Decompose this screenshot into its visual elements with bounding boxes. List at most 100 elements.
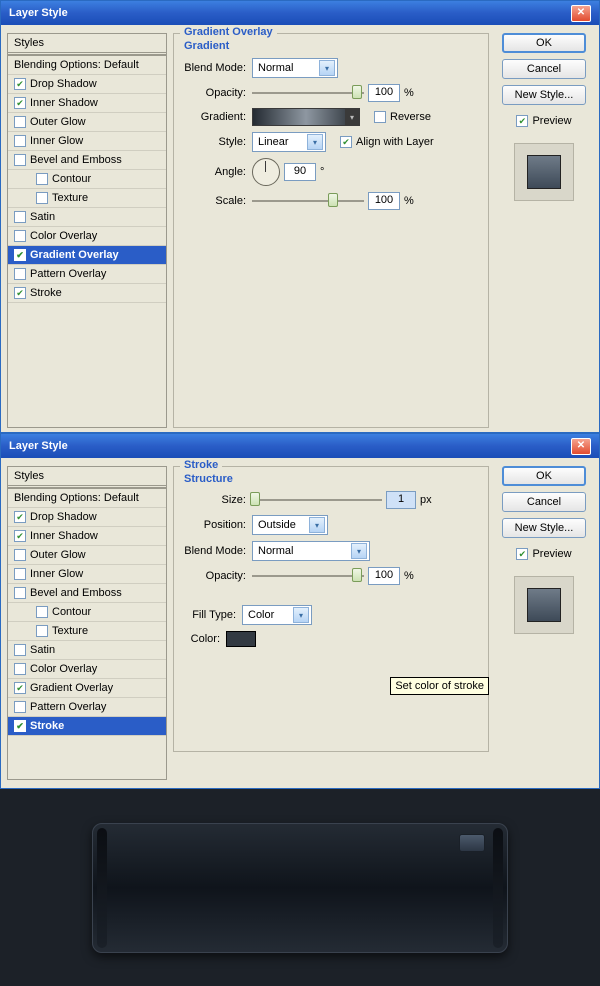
stroke-color-swatch[interactable] bbox=[226, 631, 256, 647]
checkbox-texture[interactable] bbox=[36, 625, 48, 637]
opacity-slider[interactable] bbox=[252, 85, 364, 101]
titlebar: Layer Style ✕ bbox=[1, 1, 599, 25]
opacity-label: Opacity: bbox=[182, 87, 248, 99]
section-subtitle: Structure bbox=[184, 473, 480, 485]
checkbox-contour[interactable] bbox=[36, 173, 48, 185]
blend-mode-label: Blend Mode: bbox=[182, 545, 248, 557]
close-icon[interactable]: ✕ bbox=[571, 438, 591, 455]
checkbox-stroke[interactable] bbox=[14, 720, 26, 732]
new-style-button[interactable]: New Style... bbox=[502, 518, 586, 538]
chevron-down-icon: ▾ bbox=[293, 607, 309, 623]
size-input[interactable]: 1 bbox=[386, 491, 416, 509]
gradient-label: Gradient: bbox=[182, 111, 248, 123]
style-contour[interactable]: Contour bbox=[8, 170, 166, 189]
styles-header[interactable]: Styles bbox=[8, 34, 166, 53]
styles-header[interactable]: Styles bbox=[8, 467, 166, 486]
section-title: Stroke bbox=[180, 459, 222, 471]
style-inner-shadow[interactable]: Inner Shadow bbox=[8, 527, 166, 546]
opacity-input[interactable]: 100 bbox=[368, 84, 400, 102]
ok-button[interactable]: OK bbox=[502, 33, 586, 53]
style-satin[interactable]: Satin bbox=[8, 208, 166, 227]
style-gradient-overlay[interactable]: Gradient Overlay bbox=[8, 679, 166, 698]
angle-label: Angle: bbox=[182, 166, 248, 178]
style-drop-shadow[interactable]: Drop Shadow bbox=[8, 508, 166, 527]
checkbox-satin[interactable] bbox=[14, 644, 26, 656]
checkbox-bevel-emboss[interactable] bbox=[14, 154, 26, 166]
style-satin[interactable]: Satin bbox=[8, 641, 166, 660]
checkbox-drop-shadow[interactable] bbox=[14, 511, 26, 523]
blend-mode-select[interactable]: Normal ▾ bbox=[252, 58, 338, 78]
checkbox-gradient-overlay[interactable] bbox=[14, 682, 26, 694]
opacity-slider[interactable] bbox=[252, 568, 364, 584]
style-inner-shadow[interactable]: Inner Shadow bbox=[8, 94, 166, 113]
checkbox-inner-glow[interactable] bbox=[14, 568, 26, 580]
style-color-overlay[interactable]: Color Overlay bbox=[8, 227, 166, 246]
checkbox-inner-shadow[interactable] bbox=[14, 530, 26, 542]
preview-checkbox[interactable] bbox=[516, 115, 528, 127]
rendered-chip bbox=[459, 834, 485, 852]
checkbox-texture[interactable] bbox=[36, 192, 48, 204]
sidebar: Styles Blending Options: Default Drop Sh… bbox=[7, 33, 167, 428]
style-stroke[interactable]: Stroke bbox=[8, 284, 166, 303]
opacity-input[interactable]: 100 bbox=[368, 567, 400, 585]
checkbox-color-overlay[interactable] bbox=[14, 230, 26, 242]
ok-button[interactable]: OK bbox=[502, 466, 586, 486]
style-texture[interactable]: Texture bbox=[8, 622, 166, 641]
rendered-shape bbox=[92, 823, 508, 953]
style-color-overlay[interactable]: Color Overlay bbox=[8, 660, 166, 679]
angle-dial[interactable] bbox=[252, 158, 280, 186]
fill-type-select[interactable]: Color ▾ bbox=[242, 605, 312, 625]
gradient-picker[interactable]: ▾ bbox=[252, 108, 360, 126]
style-inner-glow[interactable]: Inner Glow bbox=[8, 132, 166, 151]
preview-checkbox[interactable] bbox=[516, 548, 528, 560]
chevron-down-icon: ▾ bbox=[345, 109, 359, 125]
scale-slider[interactable] bbox=[252, 193, 364, 209]
preview-label: Preview bbox=[532, 548, 571, 560]
style-bevel-emboss[interactable]: Bevel and Emboss bbox=[8, 151, 166, 170]
size-label: Size: bbox=[182, 494, 248, 506]
style-inner-glow[interactable]: Inner Glow bbox=[8, 565, 166, 584]
opacity-label: Opacity: bbox=[182, 570, 248, 582]
close-icon[interactable]: ✕ bbox=[571, 5, 591, 22]
settings-area: Gradient Overlay Gradient Blend Mode: No… bbox=[173, 33, 489, 428]
style-stroke[interactable]: Stroke bbox=[8, 717, 166, 736]
checkbox-pattern-overlay[interactable] bbox=[14, 268, 26, 280]
chevron-down-icon: ▾ bbox=[319, 60, 335, 76]
style-texture[interactable]: Texture bbox=[8, 189, 166, 208]
style-select[interactable]: Linear ▾ bbox=[252, 132, 326, 152]
style-pattern-overlay[interactable]: Pattern Overlay bbox=[8, 698, 166, 717]
blending-options[interactable]: Blending Options: Default bbox=[8, 56, 166, 75]
style-contour[interactable]: Contour bbox=[8, 603, 166, 622]
reverse-label: Reverse bbox=[390, 111, 431, 123]
checkbox-outer-glow[interactable] bbox=[14, 116, 26, 128]
checkbox-gradient-overlay[interactable] bbox=[14, 249, 26, 261]
checkbox-outer-glow[interactable] bbox=[14, 549, 26, 561]
checkbox-bevel-emboss[interactable] bbox=[14, 587, 26, 599]
checkbox-color-overlay[interactable] bbox=[14, 663, 26, 675]
reverse-checkbox[interactable] bbox=[374, 111, 386, 123]
checkbox-satin[interactable] bbox=[14, 211, 26, 223]
blend-mode-select[interactable]: Normal ▾ bbox=[252, 541, 370, 561]
style-pattern-overlay[interactable]: Pattern Overlay bbox=[8, 265, 166, 284]
blending-options[interactable]: Blending Options: Default bbox=[8, 489, 166, 508]
cancel-button[interactable]: Cancel bbox=[502, 59, 586, 79]
style-bevel-emboss[interactable]: Bevel and Emboss bbox=[8, 584, 166, 603]
style-drop-shadow[interactable]: Drop Shadow bbox=[8, 75, 166, 94]
preview-label: Preview bbox=[532, 115, 571, 127]
cancel-button[interactable]: Cancel bbox=[502, 492, 586, 512]
checkbox-drop-shadow[interactable] bbox=[14, 78, 26, 90]
style-gradient-overlay[interactable]: Gradient Overlay bbox=[8, 246, 166, 265]
checkbox-inner-shadow[interactable] bbox=[14, 97, 26, 109]
align-checkbox[interactable] bbox=[340, 136, 352, 148]
checkbox-inner-glow[interactable] bbox=[14, 135, 26, 147]
checkbox-pattern-overlay[interactable] bbox=[14, 701, 26, 713]
scale-input[interactable]: 100 bbox=[368, 192, 400, 210]
angle-input[interactable]: 90 bbox=[284, 163, 316, 181]
checkbox-stroke[interactable] bbox=[14, 287, 26, 299]
new-style-button[interactable]: New Style... bbox=[502, 85, 586, 105]
checkbox-contour[interactable] bbox=[36, 606, 48, 618]
size-slider[interactable] bbox=[252, 492, 382, 508]
position-select[interactable]: Outside ▾ bbox=[252, 515, 328, 535]
style-outer-glow[interactable]: Outer Glow bbox=[8, 113, 166, 132]
style-outer-glow[interactable]: Outer Glow bbox=[8, 546, 166, 565]
